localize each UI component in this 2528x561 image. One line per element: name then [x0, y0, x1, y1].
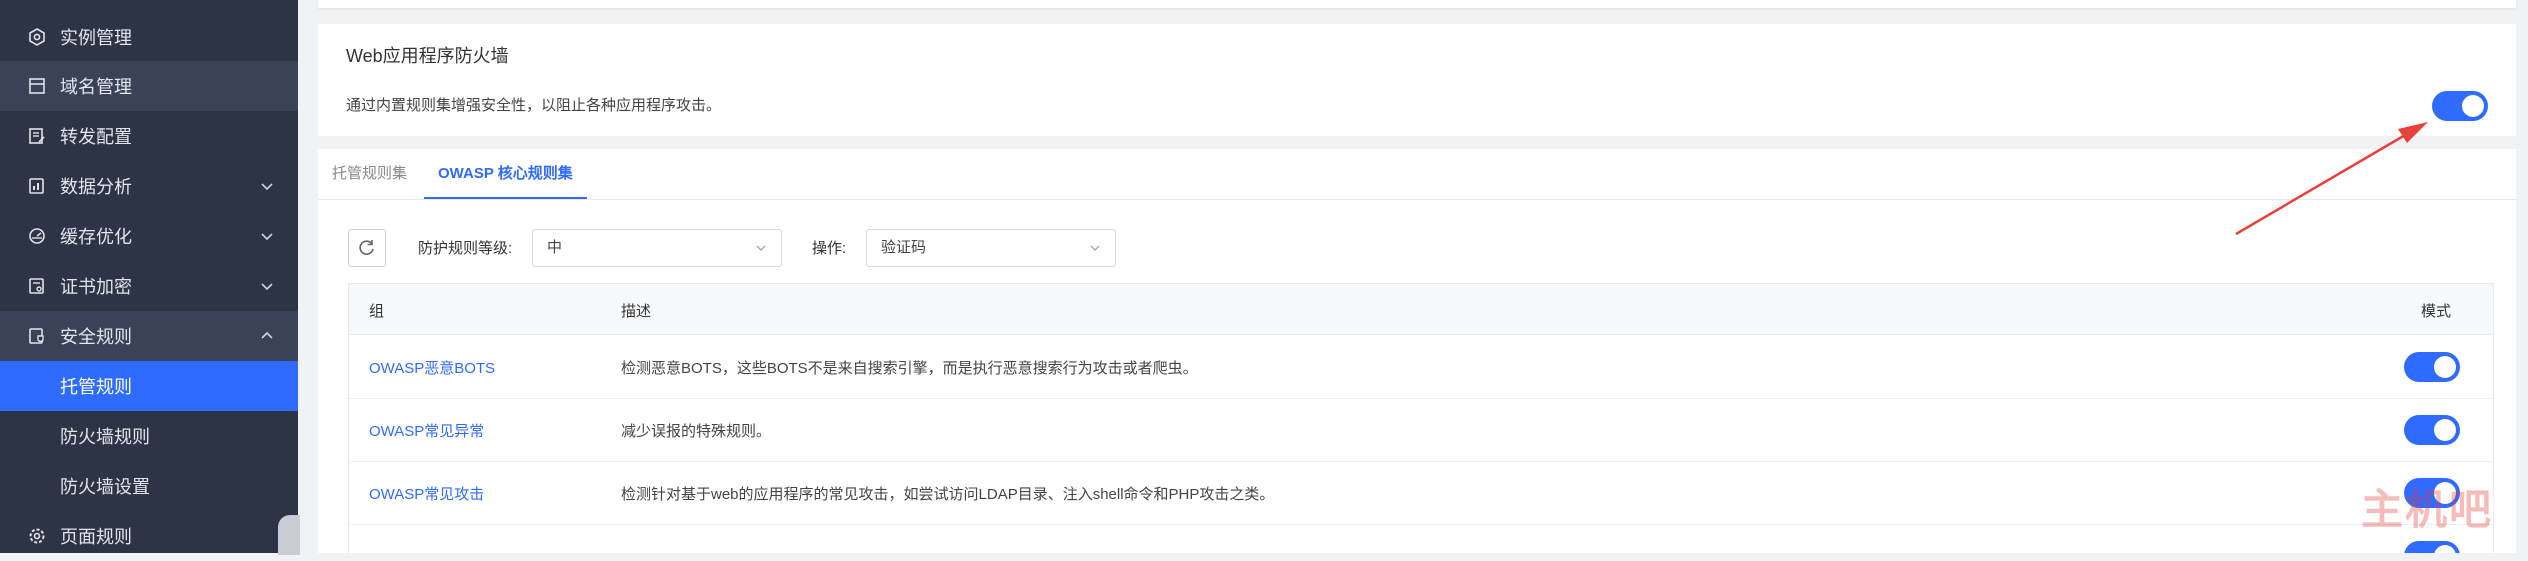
- annotation-arrow: [2235, 122, 2428, 236]
- watermark-logo: 主机吧: [2360, 484, 2493, 534]
